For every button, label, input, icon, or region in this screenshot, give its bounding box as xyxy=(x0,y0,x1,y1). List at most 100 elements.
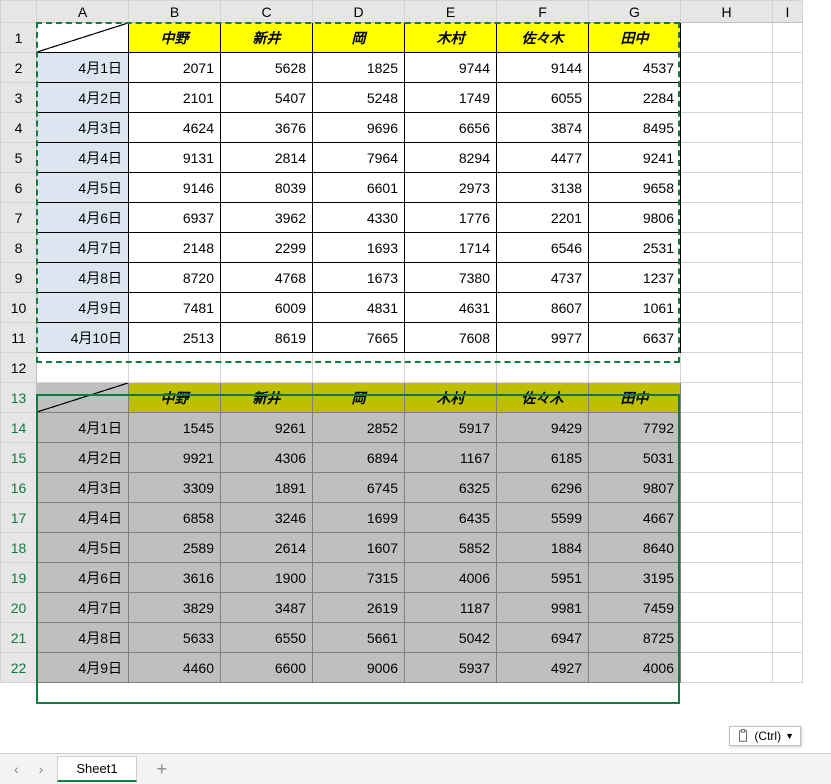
table2-value[interactable]: 4306 xyxy=(221,443,313,473)
cell[interactable] xyxy=(681,23,773,53)
cell[interactable] xyxy=(681,653,773,683)
table1-value[interactable]: 8720 xyxy=(129,263,221,293)
table1-value[interactable]: 7665 xyxy=(313,323,405,353)
table2-corner[interactable] xyxy=(37,383,129,413)
table2-value[interactable]: 1884 xyxy=(497,533,589,563)
table2-value[interactable]: 3246 xyxy=(221,503,313,533)
cell[interactable] xyxy=(681,143,773,173)
table1-corner[interactable] xyxy=(37,23,129,53)
table1-value[interactable]: 3962 xyxy=(221,203,313,233)
table2-value[interactable]: 4667 xyxy=(589,503,681,533)
row-header[interactable]: 17 xyxy=(1,503,37,533)
table1-date[interactable]: 4月5日 xyxy=(37,173,129,203)
table1-value[interactable]: 1673 xyxy=(313,263,405,293)
table1-col-header[interactable]: 田中 xyxy=(589,23,681,53)
table1-date[interactable]: 4月4日 xyxy=(37,143,129,173)
table1-value[interactable]: 4330 xyxy=(313,203,405,233)
cell[interactable] xyxy=(681,173,773,203)
table1-value[interactable]: 2148 xyxy=(129,233,221,263)
table1-date[interactable]: 4月9日 xyxy=(37,293,129,323)
cell[interactable] xyxy=(497,353,589,383)
table2-value[interactable]: 4006 xyxy=(405,563,497,593)
table2-col-header[interactable]: 田中 xyxy=(589,383,681,413)
column-header[interactable]: I xyxy=(773,1,803,23)
row-header[interactable]: 20 xyxy=(1,593,37,623)
table2-value[interactable]: 6600 xyxy=(221,653,313,683)
table2-value[interactable]: 9921 xyxy=(129,443,221,473)
table1-value[interactable]: 3874 xyxy=(497,113,589,143)
cell[interactable] xyxy=(681,473,773,503)
table2-col-header[interactable]: 木村 xyxy=(405,383,497,413)
table2-value[interactable]: 9261 xyxy=(221,413,313,443)
table2-value[interactable]: 5042 xyxy=(405,623,497,653)
table1-value[interactable]: 1061 xyxy=(589,293,681,323)
table1-date[interactable]: 4月3日 xyxy=(37,113,129,143)
table1-value[interactable]: 7964 xyxy=(313,143,405,173)
table2-value[interactable]: 9981 xyxy=(497,593,589,623)
table1-value[interactable]: 7608 xyxy=(405,323,497,353)
table2-value[interactable]: 5599 xyxy=(497,503,589,533)
sheet-nav-prev[interactable]: ‹ xyxy=(8,761,25,777)
table1-value[interactable]: 1693 xyxy=(313,233,405,263)
row-header[interactable]: 6 xyxy=(1,173,37,203)
table2-value[interactable]: 4460 xyxy=(129,653,221,683)
table1-value[interactable]: 3138 xyxy=(497,173,589,203)
cell[interactable] xyxy=(221,353,313,383)
cell[interactable] xyxy=(681,353,773,383)
cell[interactable] xyxy=(681,383,773,413)
table1-value[interactable]: 2973 xyxy=(405,173,497,203)
table1-value[interactable]: 4737 xyxy=(497,263,589,293)
table1-value[interactable]: 2284 xyxy=(589,83,681,113)
table1-value[interactable]: 9131 xyxy=(129,143,221,173)
sheet-tab-sheet1[interactable]: Sheet1 xyxy=(57,756,136,782)
table2-value[interactable]: 1545 xyxy=(129,413,221,443)
table2-value[interactable]: 8640 xyxy=(589,533,681,563)
table1-value[interactable]: 6656 xyxy=(405,113,497,143)
table1-date[interactable]: 4月8日 xyxy=(37,263,129,293)
table1-date[interactable]: 4月6日 xyxy=(37,203,129,233)
cell[interactable] xyxy=(681,623,773,653)
cell[interactable] xyxy=(681,233,773,263)
cell[interactable] xyxy=(773,263,803,293)
table2-value[interactable]: 2852 xyxy=(313,413,405,443)
table2-value[interactable]: 1167 xyxy=(405,443,497,473)
table1-value[interactable]: 2814 xyxy=(221,143,313,173)
cell[interactable] xyxy=(405,353,497,383)
table2-value[interactable]: 1891 xyxy=(221,473,313,503)
spreadsheet-grid[interactable]: ABCDEFGHI1中野新井岡木村佐々木田中24月1日2071562818259… xyxy=(0,0,831,683)
table1-value[interactable]: 4631 xyxy=(405,293,497,323)
table1-value[interactable]: 6601 xyxy=(313,173,405,203)
cell[interactable] xyxy=(773,593,803,623)
table2-value[interactable]: 8725 xyxy=(589,623,681,653)
table1-value[interactable]: 2513 xyxy=(129,323,221,353)
column-header[interactable]: E xyxy=(405,1,497,23)
cell[interactable] xyxy=(773,53,803,83)
row-header[interactable]: 22 xyxy=(1,653,37,683)
table1-value[interactable]: 1825 xyxy=(313,53,405,83)
cell[interactable] xyxy=(773,503,803,533)
cell[interactable] xyxy=(773,143,803,173)
cell[interactable] xyxy=(313,353,405,383)
cell[interactable] xyxy=(773,443,803,473)
cell[interactable] xyxy=(773,323,803,353)
table2-value[interactable]: 9429 xyxy=(497,413,589,443)
cell[interactable] xyxy=(773,113,803,143)
table2-value[interactable]: 6296 xyxy=(497,473,589,503)
row-header[interactable]: 15 xyxy=(1,443,37,473)
table1-value[interactable]: 9744 xyxy=(405,53,497,83)
table1-value[interactable]: 6009 xyxy=(221,293,313,323)
table1-value[interactable]: 1714 xyxy=(405,233,497,263)
table2-date[interactable]: 4月6日 xyxy=(37,563,129,593)
table2-value[interactable]: 5951 xyxy=(497,563,589,593)
table1-col-header[interactable]: 中野 xyxy=(129,23,221,53)
row-header[interactable]: 5 xyxy=(1,143,37,173)
table2-value[interactable]: 7315 xyxy=(313,563,405,593)
table2-value[interactable]: 6435 xyxy=(405,503,497,533)
table1-value[interactable]: 9144 xyxy=(497,53,589,83)
table2-col-header[interactable]: 中野 xyxy=(129,383,221,413)
table1-value[interactable]: 4537 xyxy=(589,53,681,83)
table2-date[interactable]: 4月1日 xyxy=(37,413,129,443)
cell[interactable] xyxy=(589,353,681,383)
table1-value[interactable]: 4624 xyxy=(129,113,221,143)
table1-value[interactable]: 2531 xyxy=(589,233,681,263)
